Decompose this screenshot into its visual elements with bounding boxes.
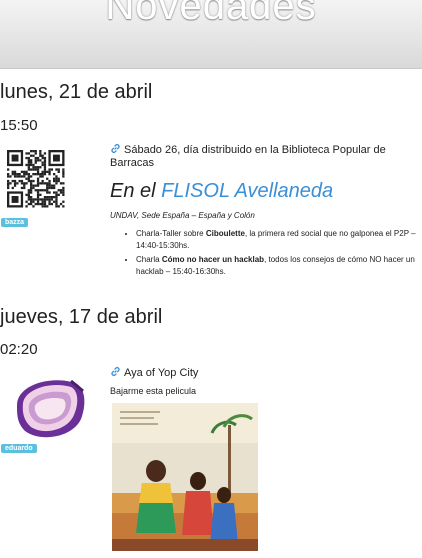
talk-name: Cómo no hacer un hacklab [161,255,265,264]
talk-list: Charla-Taller sobre Ciboulette, la prime… [110,228,420,278]
link-icon [111,367,120,376]
post-body: Aya of Yop City Bajarme esta pelicula [110,366,420,396]
talk-text: Charla-Taller sobre [136,229,204,238]
post-link[interactable]: Aya of Yop City [110,366,420,380]
talk-text: Charla [136,255,160,264]
site-title[interactable]: Novedades [0,0,422,29]
site-header: Novedades [0,0,422,69]
list-item: Charla Cómo no hacer un hacklab, todos l… [136,254,420,278]
user-badge[interactable]: eduardo [1,444,37,453]
onion-avatar[interactable] [11,375,87,443]
post-meta: UNDAV, Sede España – España y Colón [110,211,255,220]
date-heading: jueves, 17 de abril [0,306,163,328]
talk-name: Ciboulette [205,229,245,238]
post-title: En el FLISOL Avellaneda [110,180,420,203]
list-item: Charla-Taller sobre Ciboulette, la prime… [136,228,420,252]
post-link[interactable]: Sábado 26, día distribuido en la Bibliot… [110,143,420,170]
qr-code-avatar[interactable] [7,150,67,208]
post-link-text[interactable]: Sábado 26, día distribuido en la Bibliot… [110,144,386,169]
post-time[interactable]: 15:50 [0,117,38,134]
post-link-text[interactable]: Aya of Yop City [124,367,198,379]
user-badge[interactable]: bazza [1,218,29,227]
post-time[interactable]: 02:20 [0,341,38,358]
post-subtitle: Bajarme esta pelicula [110,386,197,396]
post-title-prefix: En el [110,180,156,202]
date-heading: lunes, 21 de abril [0,81,153,103]
post-title-highlight[interactable]: FLISOL Avellaneda [161,180,333,202]
link-icon [111,144,120,153]
post-body: Sábado 26, día distribuido en la Bibliot… [110,143,420,280]
movie-poster-image[interactable] [112,403,258,551]
